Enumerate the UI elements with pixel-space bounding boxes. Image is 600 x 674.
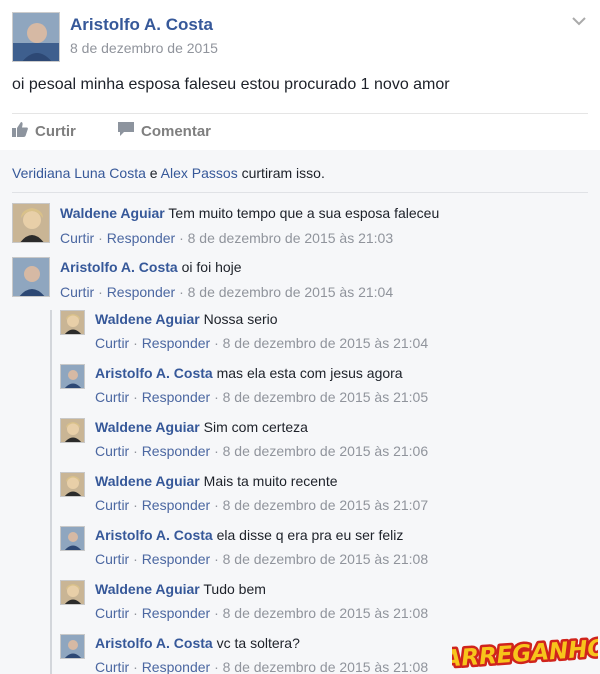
reply-timestamp[interactable]: · 8 de dezembro de 2015 às 21:04 bbox=[210, 335, 428, 351]
avatar[interactable] bbox=[12, 203, 50, 243]
likes-summary: Veridiana Luna Costa e Alex Passos curti… bbox=[12, 165, 325, 181]
liker-name[interactable]: Veridiana Luna Costa bbox=[12, 165, 146, 181]
reply-like-link[interactable]: Curtir bbox=[95, 659, 129, 674]
comment-like-link[interactable]: Curtir bbox=[60, 230, 94, 246]
meta-separator: · bbox=[129, 551, 142, 567]
likes-suffix: curtiram isso. bbox=[237, 165, 325, 181]
reply-author[interactable]: Waldene Aguiar bbox=[95, 581, 200, 597]
meta-separator: · bbox=[129, 335, 142, 351]
liker-name[interactable]: Alex Passos bbox=[161, 165, 238, 181]
arreganho-logo: ARREGANHO bbox=[438, 628, 600, 674]
reply-text: ela disse q era pra eu ser feliz bbox=[212, 527, 404, 543]
avatar[interactable] bbox=[60, 634, 85, 659]
likes-conjunction: e bbox=[145, 165, 161, 181]
reply-timestamp[interactable]: · 8 de dezembro de 2015 às 21:08 bbox=[210, 659, 428, 674]
avatar[interactable] bbox=[12, 257, 50, 297]
comment-timestamp[interactable]: · 8 de dezembro de 2015 às 21:04 bbox=[175, 284, 393, 300]
post-date[interactable]: 8 de dezembro de 2015 bbox=[70, 40, 218, 56]
meta-separator: · bbox=[129, 605, 142, 621]
action-bar: Curtir Comentar bbox=[12, 120, 588, 144]
reply-reply-link[interactable]: Responder bbox=[142, 443, 211, 459]
reply-like-link[interactable]: Curtir bbox=[95, 443, 129, 459]
comment-button[interactable]: Comentar bbox=[118, 122, 211, 140]
meta-separator: · bbox=[129, 389, 142, 405]
reply-like-link[interactable]: Curtir bbox=[95, 389, 129, 405]
reply-reply-link[interactable]: Responder bbox=[142, 551, 211, 567]
reply-text: vc ta soltera? bbox=[212, 635, 300, 651]
avatar[interactable] bbox=[60, 364, 85, 389]
reply-author[interactable]: Aristolfo A. Costa bbox=[95, 527, 213, 543]
reply-timestamp[interactable]: · 8 de dezembro de 2015 às 21:05 bbox=[210, 389, 428, 405]
reply-text: Sim com certeza bbox=[199, 419, 308, 435]
comment-author[interactable]: Aristolfo A. Costa bbox=[60, 259, 178, 275]
reply-timestamp[interactable]: · 8 de dezembro de 2015 às 21:08 bbox=[210, 605, 428, 621]
comment-timestamp[interactable]: · 8 de dezembro de 2015 às 21:03 bbox=[175, 230, 393, 246]
reply-timestamp[interactable]: · 8 de dezembro de 2015 às 21:07 bbox=[210, 497, 428, 513]
reply-reply-link[interactable]: Responder bbox=[142, 605, 211, 621]
avatar[interactable] bbox=[60, 526, 85, 551]
reply-like-link[interactable]: Curtir bbox=[95, 551, 129, 567]
comment-reply-link[interactable]: Responder bbox=[107, 284, 176, 300]
reply-text: Tudo bem bbox=[199, 581, 266, 597]
comment-text: oi foi hoje bbox=[177, 259, 242, 275]
avatar[interactable] bbox=[60, 580, 85, 605]
reply-like-link[interactable]: Curtir bbox=[95, 605, 129, 621]
watermark-text: ARREGANHO bbox=[452, 635, 598, 672]
reply-reply-link[interactable]: Responder bbox=[142, 659, 211, 674]
divider bbox=[12, 113, 588, 114]
comment-reply-link[interactable]: Responder bbox=[107, 230, 176, 246]
reply-text: mas ela esta com jesus agora bbox=[212, 365, 403, 381]
reply-timestamp[interactable]: · 8 de dezembro de 2015 às 21:08 bbox=[210, 551, 428, 567]
thumbs-up-icon bbox=[12, 122, 35, 141]
reply-author[interactable]: Aristolfo A. Costa bbox=[95, 365, 213, 381]
avatar[interactable] bbox=[60, 418, 85, 443]
reply-timestamp[interactable]: · 8 de dezembro de 2015 às 21:06 bbox=[210, 443, 428, 459]
avatar[interactable] bbox=[12, 12, 60, 62]
comment-like-link[interactable]: Curtir bbox=[60, 284, 94, 300]
reply-reply-link[interactable]: Responder bbox=[142, 389, 211, 405]
reply-reply-link[interactable]: Responder bbox=[142, 497, 211, 513]
reply-text: Nossa serio bbox=[199, 311, 278, 327]
post-header: Aristolfo A. Costa 8 de dezembro de 2015 bbox=[12, 12, 588, 64]
meta-separator: · bbox=[94, 230, 107, 246]
post-text: oi pesoal minha esposa faleseu estou pro… bbox=[12, 76, 450, 93]
comment-text: Tem muito tempo que a sua esposa faleceu bbox=[164, 205, 440, 221]
post-author-name[interactable]: Aristolfo A. Costa bbox=[70, 15, 213, 35]
chevron-down-icon[interactable] bbox=[570, 14, 588, 28]
avatar[interactable] bbox=[60, 310, 85, 335]
like-label: Curtir bbox=[35, 123, 76, 140]
divider bbox=[12, 192, 588, 193]
reply-author[interactable]: Waldene Aguiar bbox=[95, 419, 200, 435]
reply-author[interactable]: Waldene Aguiar bbox=[95, 311, 200, 327]
like-button[interactable]: Curtir bbox=[12, 122, 76, 141]
meta-separator: · bbox=[129, 443, 142, 459]
reply-text: Mais ta muito recente bbox=[199, 473, 338, 489]
reply-like-link[interactable]: Curtir bbox=[95, 497, 129, 513]
reply-thread-line bbox=[50, 310, 52, 674]
meta-separator: · bbox=[129, 659, 142, 674]
reply-author[interactable]: Waldene Aguiar bbox=[95, 473, 200, 489]
speech-bubble-icon bbox=[118, 122, 141, 140]
comment-label: Comentar bbox=[141, 122, 212, 140]
reply-like-link[interactable]: Curtir bbox=[95, 335, 129, 351]
comment-author[interactable]: Waldene Aguiar bbox=[60, 205, 165, 221]
reply-reply-link[interactable]: Responder bbox=[142, 335, 211, 351]
reply-author[interactable]: Aristolfo A. Costa bbox=[95, 635, 213, 651]
meta-separator: · bbox=[129, 497, 142, 513]
avatar[interactable] bbox=[60, 472, 85, 497]
meta-separator: · bbox=[94, 284, 107, 300]
